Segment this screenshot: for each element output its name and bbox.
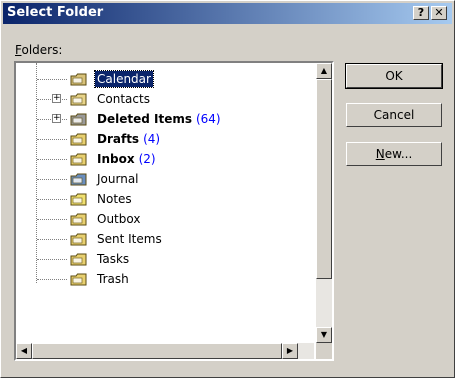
- tree-item-tasks[interactable]: Tasks: [16, 249, 314, 269]
- sent-items-icon: [70, 230, 88, 248]
- select-folder-dialog: Select Folder ? ✕ Folders: Calendar + Cont…: [0, 0, 455, 378]
- help-button[interactable]: ?: [413, 6, 429, 20]
- new-button[interactable]: New...: [346, 142, 442, 166]
- tasks-icon: [70, 250, 88, 268]
- trash-folder-icon: [70, 110, 88, 128]
- outbox-icon: [70, 210, 88, 228]
- scroll-up-button[interactable]: ▲: [316, 63, 332, 79]
- unread-count: (2): [138, 152, 156, 166]
- tree-item-contacts[interactable]: + Contacts: [16, 89, 314, 109]
- tree-item-label[interactable]: Drafts (4): [97, 131, 160, 147]
- tree-connector: [37, 139, 67, 140]
- folders-label: Folders:: [15, 43, 62, 57]
- tree-item-label[interactable]: Tasks: [97, 251, 129, 267]
- title-bar[interactable]: Select Folder ? ✕: [3, 3, 452, 24]
- tree-item-inbox[interactable]: Inbox (2): [16, 149, 314, 169]
- folder-name: Trash: [97, 272, 129, 286]
- tree-connector: [37, 79, 67, 80]
- horizontal-scrollbar[interactable]: ◀ ▶: [16, 343, 314, 359]
- unread-count: (4): [143, 132, 161, 146]
- ok-button[interactable]: OK: [345, 63, 443, 89]
- notes-icon: [70, 190, 88, 208]
- tree-connector: [37, 239, 67, 240]
- tree-connector: [37, 159, 67, 160]
- close-button[interactable]: ✕: [431, 6, 447, 20]
- tree-connector: [37, 219, 67, 220]
- tree-item-label[interactable]: Outbox: [97, 211, 140, 227]
- expand-toggle-icon[interactable]: +: [52, 114, 61, 123]
- scroll-right-button[interactable]: ▶: [282, 343, 298, 359]
- tree-item-deleted-items[interactable]: + Deleted Items (64): [16, 109, 314, 129]
- folder-name: Notes: [97, 192, 132, 206]
- contacts-icon: [70, 90, 88, 108]
- expand-toggle-icon[interactable]: +: [52, 94, 61, 103]
- folder-name: Calendar: [97, 72, 151, 86]
- folders-label-rest: olders:: [21, 43, 63, 57]
- tree-item-label[interactable]: Trash: [97, 271, 129, 287]
- tree-connector: [37, 259, 67, 260]
- folder-name: Contacts: [97, 92, 150, 106]
- folder-tree-viewport: Calendar + Contacts + Deleted Items (64) Draft…: [16, 63, 314, 343]
- tree-item-label[interactable]: Contacts: [97, 91, 150, 107]
- folder-name: Drafts: [97, 132, 140, 146]
- tree-connector: [37, 199, 67, 200]
- folder-name: Deleted Items: [97, 112, 192, 126]
- tree-item-label[interactable]: Notes: [97, 191, 132, 207]
- unread-count: (64): [195, 112, 221, 126]
- new-button-accel: N: [375, 147, 385, 161]
- scroll-down-button[interactable]: ▼: [316, 327, 332, 343]
- vertical-scroll-thumb[interactable]: [316, 79, 332, 279]
- window-title: Select Folder: [7, 5, 104, 20]
- journal-icon: [70, 170, 88, 188]
- tree-connector: [37, 179, 67, 180]
- tree-item-sent-items[interactable]: Sent Items: [16, 229, 314, 249]
- tree-item-trash[interactable]: Trash: [16, 269, 314, 289]
- tree-item-notes[interactable]: Notes: [16, 189, 314, 209]
- new-button-rest: ew...: [384, 147, 413, 161]
- calendar-icon: [70, 70, 88, 88]
- tree-connector: [37, 279, 67, 280]
- cancel-button[interactable]: Cancel: [346, 103, 442, 127]
- inbox-icon: [70, 150, 88, 168]
- drafts-icon: [70, 130, 88, 148]
- tree-item-journal[interactable]: Journal: [16, 169, 314, 189]
- tree-item-drafts[interactable]: Drafts (4): [16, 129, 314, 149]
- folder-name: Tasks: [97, 252, 130, 266]
- scroll-left-button[interactable]: ◀: [16, 343, 32, 359]
- vertical-scrollbar[interactable]: ▲ ▼: [316, 63, 332, 343]
- folder-name: Outbox: [97, 212, 141, 226]
- folder-name: Journal: [97, 172, 139, 186]
- tree-item-label[interactable]: Journal: [97, 171, 139, 187]
- scrollbar-corner: [316, 343, 332, 359]
- tree-item-outbox[interactable]: Outbox: [16, 209, 314, 229]
- tree-item-label[interactable]: Calendar: [94, 70, 154, 88]
- tree-item-calendar[interactable]: Calendar: [16, 69, 314, 89]
- tree-item-label[interactable]: Inbox (2): [97, 151, 156, 167]
- folder-name: Sent Items: [97, 232, 162, 246]
- folder-name: Inbox: [97, 152, 135, 166]
- folder-tree[interactable]: Calendar + Contacts + Deleted Items (64) Draft…: [14, 61, 334, 361]
- folder-icon: [70, 270, 88, 288]
- tree-item-label[interactable]: Deleted Items (64): [97, 111, 221, 127]
- tree-item-label[interactable]: Sent Items: [97, 231, 162, 247]
- horizontal-scroll-thumb[interactable]: [32, 343, 282, 359]
